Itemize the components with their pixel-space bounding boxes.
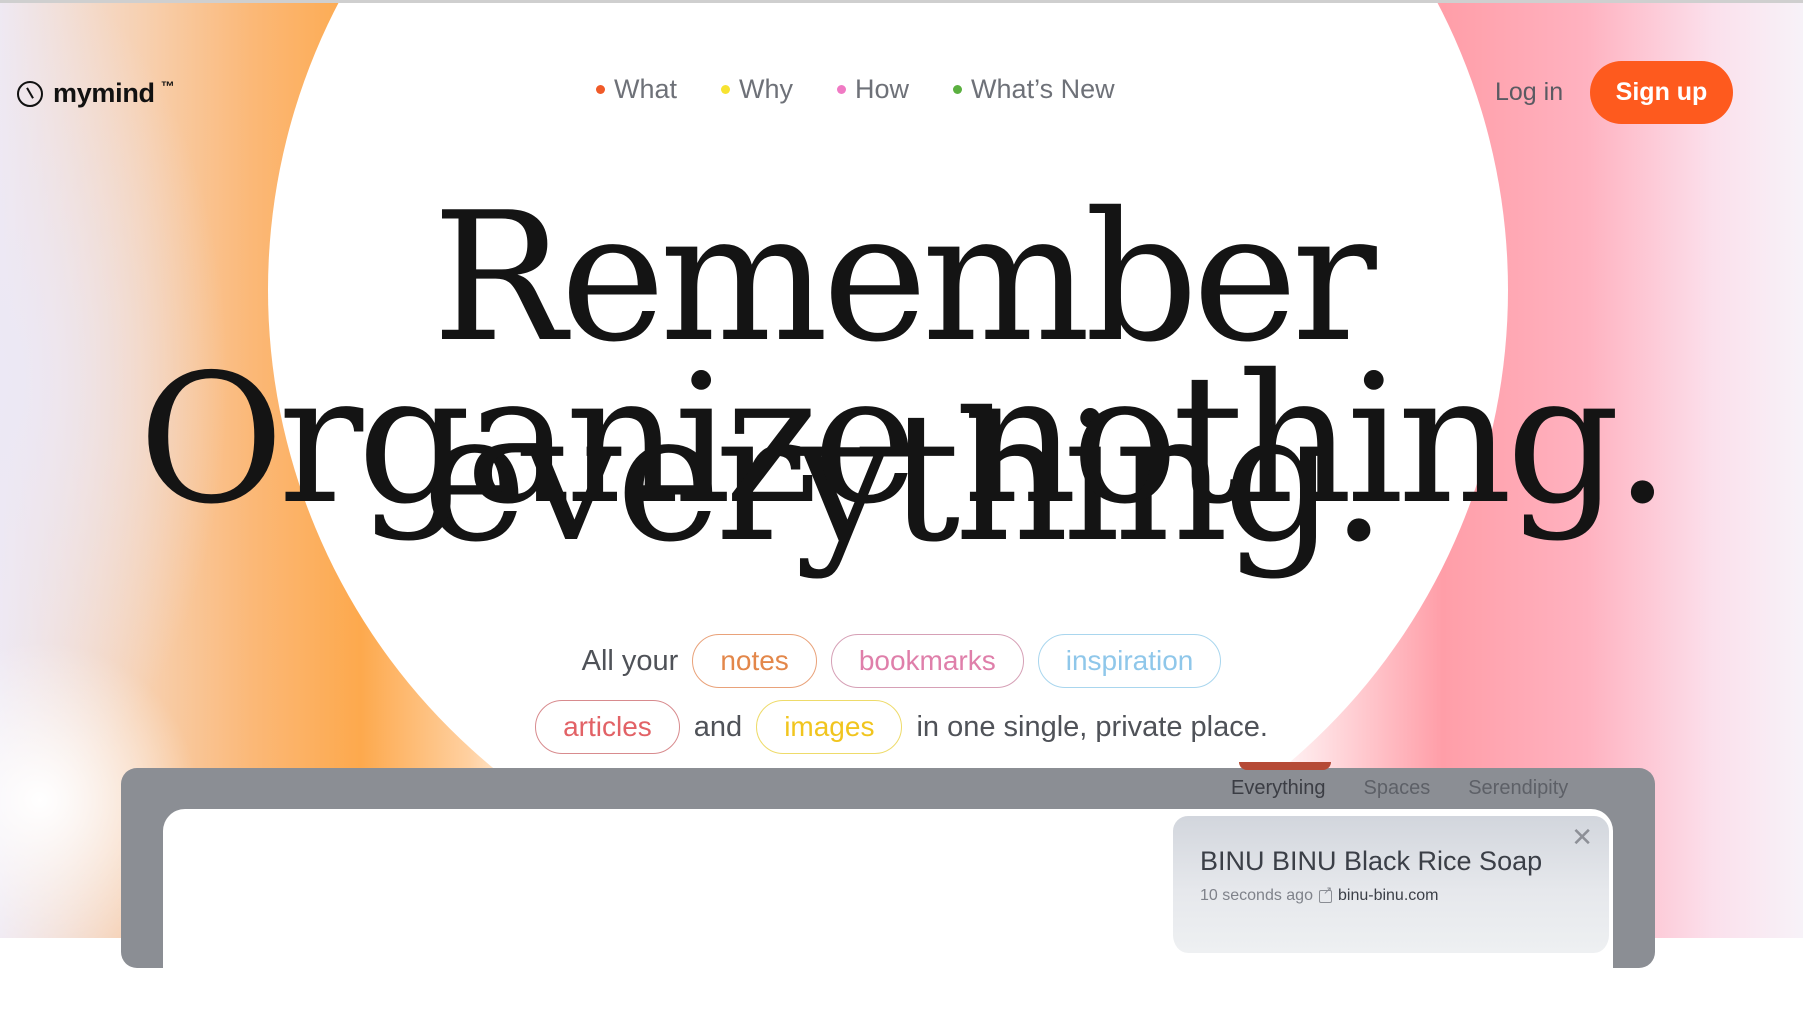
card-link[interactable]: binu-binu.com xyxy=(1338,887,1439,905)
hero-headline-line2: Organize nothing. xyxy=(138,336,1670,543)
dot-icon xyxy=(837,85,847,94)
tab-spaces[interactable]: Spaces xyxy=(1364,777,1431,800)
subtitle-text: and xyxy=(693,710,743,743)
signup-button[interactable]: Sign up xyxy=(1590,61,1733,124)
pill-articles[interactable]: articles xyxy=(535,700,680,754)
pill-bookmarks[interactable]: bookmarks xyxy=(830,634,1024,688)
nav-item-whats-new[interactable]: What’s New xyxy=(953,74,1115,105)
nav-item-what[interactable]: What xyxy=(596,74,677,105)
nav-label: How xyxy=(855,74,910,104)
site-header: mymind ™ What Why How What’s New Log in … xyxy=(0,0,1803,190)
pill-images[interactable]: images xyxy=(756,700,903,754)
card-meta: 10 seconds ago binu-binu.com xyxy=(1200,884,1439,905)
nav-item-why[interactable]: Why xyxy=(721,74,793,105)
trademark: ™ xyxy=(160,77,175,94)
tab-everything[interactable]: Everything xyxy=(1231,777,1326,800)
saved-item-card[interactable]: ✕ BINU BINU Black Rice Soap 10 seconds a… xyxy=(1170,813,1612,953)
nav-label: What’s New xyxy=(971,74,1115,104)
subtitle-text: All your xyxy=(581,644,679,677)
card-time: 10 seconds ago xyxy=(1200,887,1313,904)
subtitle-text: in one single, private place. xyxy=(916,710,1268,743)
tab-serendipity[interactable]: Serendipity xyxy=(1468,777,1568,800)
close-icon[interactable]: ✕ xyxy=(1571,824,1593,850)
pill-notes[interactable]: notes xyxy=(692,634,817,688)
logo[interactable]: mymind ™ xyxy=(17,78,175,109)
dot-icon xyxy=(953,85,963,94)
nav-label: What xyxy=(614,74,678,104)
hero-subtitle-row2: articles and images in one single, priva… xyxy=(0,700,1803,754)
card-title: BINU BINU Black Rice Soap xyxy=(1200,846,1543,876)
login-link[interactable]: Log in xyxy=(1495,78,1563,107)
brand-name: mymind xyxy=(53,78,155,108)
mind-clock-icon xyxy=(17,80,43,107)
main-nav: What Why How What’s New xyxy=(596,74,1115,105)
pill-inspiration[interactable]: inspiration xyxy=(1037,634,1222,688)
nav-item-how[interactable]: How xyxy=(837,74,909,105)
app-tabs: Everything Spaces Serendipity xyxy=(1231,768,1568,808)
hero-subtitle-row1: All your notes bookmarks inspiration xyxy=(0,634,1803,688)
dot-icon xyxy=(721,85,731,94)
nav-label: Why xyxy=(739,74,794,104)
external-link-icon xyxy=(1318,884,1332,903)
dot-icon xyxy=(596,85,605,94)
browser-top-border xyxy=(0,0,1803,3)
